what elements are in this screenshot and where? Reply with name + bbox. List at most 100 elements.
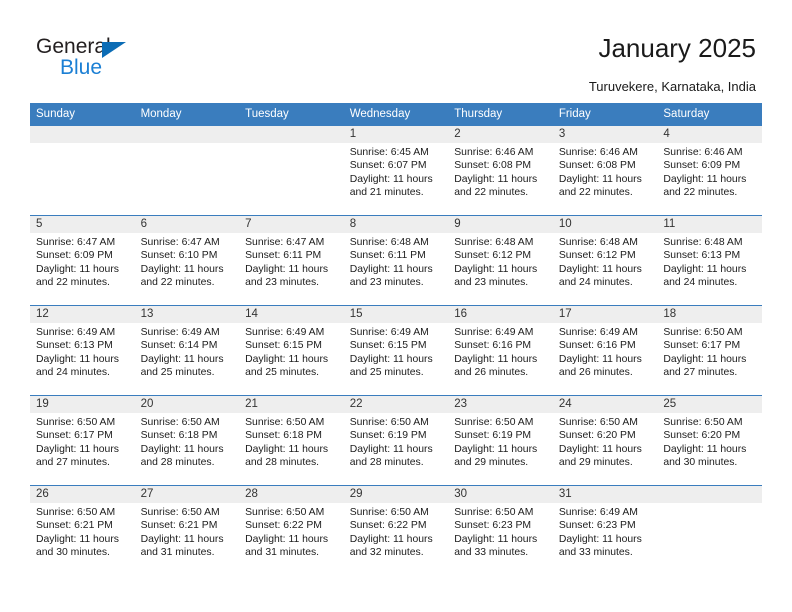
sunset-text: Sunset: 6:13 PM: [663, 250, 741, 262]
day-number: 20: [134, 396, 240, 413]
calendar-day-cell[interactable]: 23 Sunrise: 6:50 AM Sunset: 6:19 PM Dayligh…: [448, 395, 553, 486]
weekday-header-thursday: Thursday: [448, 103, 553, 126]
day-sun-details: Sunrise: 6:49 AM Sunset: 6:14 PM Daylight:…: [135, 323, 240, 379]
day-sun-details: Sunrise: 6:50 AM Sunset: 6:20 PM Daylight:…: [657, 413, 762, 469]
calendar-day-cell[interactable]: 13 Sunrise: 6:49 AM Sunset: 6:14 PM Dayligh…: [134, 305, 240, 396]
calendar-day-cell[interactable]: 19 Sunrise: 6:50 AM Sunset: 6:17 PM Dayligh…: [30, 395, 135, 486]
daylight-text: and 22 minutes.: [558, 186, 633, 198]
sunset-text: Sunset: 6:11 PM: [349, 250, 426, 262]
daylight-text: Daylight: 11 hours: [349, 443, 433, 455]
day-cell-inner: 12 Sunrise: 6:49 AM Sunset: 6:13 PM Dayligh…: [30, 306, 135, 395]
daylight-text: Daylight: 11 hours: [558, 263, 642, 275]
page-subtitle-location: Turuvekere, Karnataka, India: [588, 79, 756, 94]
calendar-day-cell[interactable]: 26 Sunrise: 6:50 AM Sunset: 6:21 PM Dayligh…: [30, 485, 135, 576]
day-cell-inner: 16 Sunrise: 6:49 AM Sunset: 6:16 PM Dayligh…: [448, 306, 553, 395]
daylight-text: and 29 minutes.: [558, 456, 633, 468]
sunrise-text: Sunrise: 6:50 AM: [663, 417, 743, 428]
calendar-day-cell[interactable]: 31 Sunrise: 6:49 AM Sunset: 6:23 PM Dayligh…: [552, 485, 658, 576]
calendar-day-cell[interactable]: 25 Sunrise: 6:50 AM Sunset: 6:20 PM Dayligh…: [657, 395, 762, 486]
sunrise-text: Sunrise: 6:50 AM: [349, 507, 429, 518]
daylight-text: and 24 minutes.: [663, 276, 738, 288]
calendar-day-cell[interactable]: 5 Sunrise: 6:47 AM Sunset: 6:09 PM Daylight…: [30, 215, 135, 306]
day-cell-inner: 20 Sunrise: 6:50 AM Sunset: 6:18 PM Dayligh…: [134, 396, 240, 485]
calendar-day-cell[interactable]: 20 Sunrise: 6:50 AM Sunset: 6:18 PM Dayligh…: [134, 395, 240, 486]
calendar-day-cell[interactable]: 1 Sunrise: 6:45 AM Sunset: 6:07 PM Daylight…: [343, 125, 449, 216]
calendar-day-cell[interactable]: 8 Sunrise: 6:48 AM Sunset: 6:11 PM Daylight…: [343, 215, 449, 306]
daylight-text: and 24 minutes.: [558, 276, 633, 288]
logo-text-general: General: [36, 35, 111, 58]
calendar-day-cell[interactable]: 16 Sunrise: 6:49 AM Sunset: 6:16 PM Dayligh…: [448, 305, 553, 396]
calendar-day-cell[interactable]: 11 Sunrise: 6:48 AM Sunset: 6:13 PM Dayligh…: [657, 215, 762, 306]
calendar-header-row: Sunday Monday Tuesday Wednesday Thursday Frid…: [30, 103, 762, 126]
sunset-text: Sunset: 6:15 PM: [349, 340, 427, 352]
calendar-day-cell[interactable]: 28 Sunrise: 6:50 AM Sunset: 6:22 PM Dayligh…: [239, 485, 344, 576]
day-number: 12: [30, 306, 135, 323]
calendar-day-cell[interactable]: 15 Sunrise: 6:49 AM Sunset: 6:15 PM Dayligh…: [343, 305, 449, 396]
calendar-day-cell[interactable]: 10 Sunrise: 6:48 AM Sunset: 6:12 PM Dayligh…: [552, 215, 658, 306]
weekday-header-saturday: Saturday: [657, 103, 762, 126]
day-number: 14: [239, 306, 344, 323]
day-sun-details: Sunrise: 6:49 AM Sunset: 6:15 PM Daylight:…: [344, 323, 449, 379]
calendar-day-cell[interactable]: 6 Sunrise: 6:47 AM Sunset: 6:10 PM Daylight…: [134, 215, 240, 306]
daylight-text: Daylight: 11 hours: [558, 533, 642, 545]
general-blue-logo[interactable]: General Blue: [36, 36, 156, 84]
daylight-text: Daylight: 11 hours: [140, 443, 224, 455]
calendar-day-cell[interactable]: 12 Sunrise: 6:49 AM Sunset: 6:13 PM Dayligh…: [30, 305, 135, 396]
sunrise-text: Sunrise: 6:50 AM: [245, 417, 325, 428]
logo-triangle-icon: [102, 42, 126, 58]
sunrise-text: Sunrise: 6:48 AM: [558, 237, 638, 248]
day-cell-inner: [134, 126, 240, 215]
sunset-text: Sunset: 6:09 PM: [663, 160, 741, 172]
day-number: 7: [239, 216, 344, 233]
daylight-text: Daylight: 11 hours: [36, 443, 119, 455]
calendar-day-cell[interactable]: 18 Sunrise: 6:50 AM Sunset: 6:17 PM Dayligh…: [657, 305, 762, 396]
calendar-week-row: 12 Sunrise: 6:49 AM Sunset: 6:13 PM Dayligh…: [30, 305, 762, 396]
daylight-text: and 30 minutes.: [36, 546, 110, 558]
calendar-day-cell[interactable]: 2 Sunrise: 6:46 AM Sunset: 6:08 PM Daylight…: [448, 125, 553, 216]
day-sun-details: Sunrise: 6:45 AM Sunset: 6:07 PM Daylight:…: [344, 143, 449, 199]
day-number: 31: [552, 486, 658, 503]
day-sun-details: Sunrise: 6:49 AM Sunset: 6:15 PM Daylight:…: [239, 323, 344, 379]
sunrise-text: Sunrise: 6:48 AM: [454, 237, 534, 248]
calendar-body: 1 Sunrise: 6:45 AM Sunset: 6:07 PM Daylight…: [30, 125, 762, 576]
calendar-day-cell[interactable]: 21 Sunrise: 6:50 AM Sunset: 6:18 PM Dayligh…: [239, 395, 344, 486]
day-number: 17: [552, 306, 658, 323]
sunrise-text: Sunrise: 6:47 AM: [245, 237, 325, 248]
daylight-text: Daylight: 11 hours: [140, 263, 224, 275]
daylight-text: Daylight: 11 hours: [245, 353, 329, 365]
daylight-text: and 28 minutes.: [140, 456, 215, 468]
day-number: 5: [30, 216, 135, 233]
day-sun-details: Sunrise: 6:47 AM Sunset: 6:09 PM Daylight:…: [30, 233, 135, 289]
day-sun-details: Sunrise: 6:48 AM Sunset: 6:12 PM Daylight:…: [553, 233, 658, 289]
calendar-day-cell[interactable]: 4 Sunrise: 6:46 AM Sunset: 6:09 PM Daylight…: [657, 125, 762, 216]
day-number: 30: [448, 486, 553, 503]
calendar-day-cell[interactable]: 24 Sunrise: 6:50 AM Sunset: 6:20 PM Dayligh…: [552, 395, 658, 486]
day-number: [30, 126, 135, 143]
sunrise-text: Sunrise: 6:49 AM: [140, 327, 220, 338]
day-cell-inner: 19 Sunrise: 6:50 AM Sunset: 6:17 PM Dayligh…: [30, 396, 135, 485]
sunrise-text: Sunrise: 6:48 AM: [349, 237, 429, 248]
day-number: 4: [657, 126, 762, 143]
daylight-text: Daylight: 11 hours: [245, 443, 329, 455]
calendar-day-cell[interactable]: 29 Sunrise: 6:50 AM Sunset: 6:22 PM Dayligh…: [343, 485, 449, 576]
calendar-day-cell[interactable]: 9 Sunrise: 6:48 AM Sunset: 6:12 PM Daylight…: [448, 215, 553, 306]
sunset-text: Sunset: 6:23 PM: [558, 520, 636, 532]
daylight-text: and 25 minutes.: [349, 366, 424, 378]
calendar-day-cell[interactable]: 14 Sunrise: 6:49 AM Sunset: 6:15 PM Dayligh…: [239, 305, 344, 396]
calendar-day-cell[interactable]: 27 Sunrise: 6:50 AM Sunset: 6:21 PM Dayligh…: [134, 485, 240, 576]
day-cell-inner: 7 Sunrise: 6:47 AM Sunset: 6:11 PM Daylight…: [239, 216, 344, 305]
calendar-day-cell[interactable]: 7 Sunrise: 6:47 AM Sunset: 6:11 PM Daylight…: [239, 215, 344, 306]
day-cell-inner: 24 Sunrise: 6:50 AM Sunset: 6:20 PM Dayligh…: [552, 396, 658, 485]
calendar-day-cell[interactable]: 22 Sunrise: 6:50 AM Sunset: 6:19 PM Dayligh…: [343, 395, 449, 486]
calendar-day-cell[interactable]: 3 Sunrise: 6:46 AM Sunset: 6:08 PM Daylight…: [552, 125, 658, 216]
daylight-text: Daylight: 11 hours: [349, 263, 433, 275]
daylight-text: and 24 minutes.: [36, 366, 110, 378]
calendar-day-cell-empty: [30, 125, 135, 216]
daylight-text: Daylight: 11 hours: [454, 353, 538, 365]
calendar-day-cell[interactable]: 30 Sunrise: 6:50 AM Sunset: 6:23 PM Dayligh…: [448, 485, 553, 576]
daylight-text: Daylight: 11 hours: [663, 443, 747, 455]
calendar-day-cell[interactable]: 17 Sunrise: 6:49 AM Sunset: 6:16 PM Dayligh…: [552, 305, 658, 396]
daylight-text: Daylight: 11 hours: [36, 353, 119, 365]
daylight-text: Daylight: 11 hours: [454, 533, 538, 545]
day-sun-details: Sunrise: 6:49 AM Sunset: 6:23 PM Daylight:…: [553, 503, 658, 559]
